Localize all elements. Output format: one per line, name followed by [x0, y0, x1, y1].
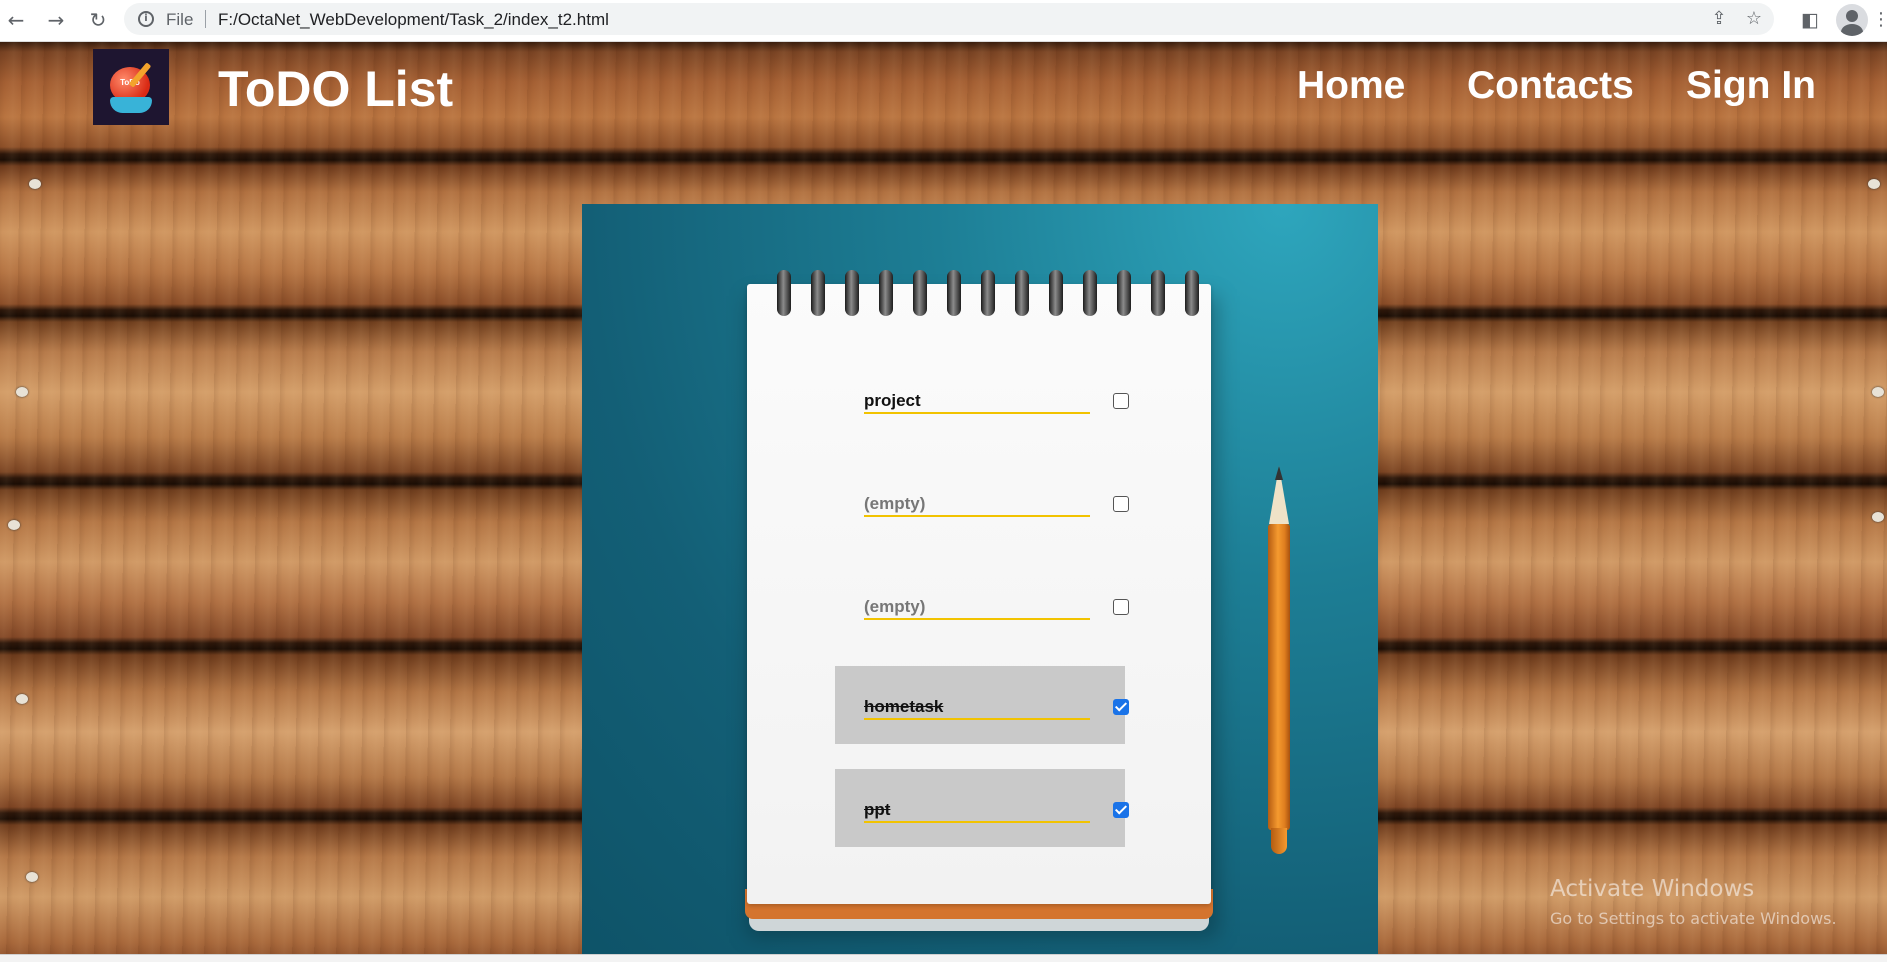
nav-contacts-link[interactable]: Contacts — [1467, 64, 1634, 108]
nail-icon — [1868, 179, 1880, 189]
todo-checkbox[interactable] — [1113, 496, 1129, 512]
spiral-ring-icon — [811, 270, 825, 316]
todo-text-input[interactable] — [864, 388, 1090, 414]
spiral-ring-icon — [947, 270, 961, 316]
todo-checkbox-checked[interactable] — [1113, 802, 1129, 818]
forward-icon[interactable]: → — [42, 6, 70, 34]
star-icon[interactable]: ☆ — [1742, 7, 1766, 31]
kebab-menu-icon[interactable]: ⋮ — [1872, 6, 1887, 34]
pencil-end — [1271, 828, 1287, 854]
spiral-ring-icon — [981, 270, 995, 316]
reload-icon[interactable]: ↻ — [84, 6, 112, 34]
share-icon[interactable]: ⇪ — [1707, 7, 1731, 31]
todo-item-completed — [835, 666, 1129, 744]
back-icon[interactable]: ← — [2, 6, 30, 34]
nail-icon — [1872, 387, 1884, 397]
nail-icon — [26, 872, 38, 882]
todo-checkbox[interactable] — [1113, 393, 1129, 409]
todo-checkbox[interactable] — [1113, 599, 1129, 615]
site-logo[interactable]: ToDo — [93, 49, 169, 125]
nav-signin-link[interactable]: Sign In — [1686, 64, 1816, 108]
todo-item — [835, 482, 1129, 560]
url-text[interactable]: F:/OctaNet_WebDevelopment/Task_2/index_t… — [218, 10, 609, 30]
todo-text-input[interactable] — [864, 797, 1090, 823]
todo-text-input[interactable] — [864, 491, 1090, 517]
nail-icon — [8, 520, 20, 530]
spiral-ring-icon — [1015, 270, 1029, 316]
nail-icon — [16, 694, 28, 704]
site-title: ToDO List — [218, 61, 454, 117]
activate-windows-subtitle: Go to Settings to activate Windows. — [1550, 909, 1837, 928]
spiral-ring-icon — [879, 270, 893, 316]
spiral-ring-icon — [1151, 270, 1165, 316]
address-bar[interactable]: i File F:/OctaNet_WebDevelopment/Task_2/… — [124, 3, 1774, 35]
todo-item-completed — [835, 769, 1129, 847]
url-scheme-label: File — [166, 10, 194, 29]
spiral-ring-icon — [913, 270, 927, 316]
browser-toolbar: ← → ↻ i File F:/OctaNet_WebDevelopment/T… — [0, 0, 1887, 42]
nail-icon — [29, 179, 41, 189]
pencil-body — [1268, 524, 1290, 830]
todo-text-input[interactable] — [864, 594, 1090, 620]
spiral-ring-icon — [845, 270, 859, 316]
todo-checkbox-checked[interactable] — [1113, 699, 1129, 715]
side-panel-icon[interactable]: ◧ — [1796, 6, 1824, 34]
nav-home-link[interactable]: Home — [1297, 64, 1405, 108]
todo-item — [835, 379, 1129, 457]
horizontal-scrollbar[interactable] — [0, 954, 1887, 962]
pencil-lead — [1275, 466, 1283, 480]
spiral-ring-icon — [1049, 270, 1063, 316]
todo-text-input[interactable] — [864, 694, 1090, 720]
spiral-ring-icon — [777, 270, 791, 316]
nail-icon — [1872, 512, 1884, 522]
notepad-image — [582, 204, 1378, 962]
page-background: ToDo ToDO List Home Contacts Sign In — [0, 42, 1887, 962]
nail-icon — [16, 387, 28, 397]
pencil-icon — [1268, 466, 1290, 856]
activate-windows-title: Activate Windows — [1550, 876, 1755, 902]
info-icon[interactable]: i — [138, 11, 154, 27]
todo-item — [835, 585, 1129, 663]
spiral-ring-icon — [1117, 270, 1131, 316]
spiral-ring-icon — [1083, 270, 1097, 316]
spiral-ring-icon — [1185, 270, 1199, 316]
avatar-icon[interactable] — [1836, 4, 1868, 36]
url-separator — [205, 10, 206, 28]
logo-bowl-icon — [110, 97, 152, 113]
